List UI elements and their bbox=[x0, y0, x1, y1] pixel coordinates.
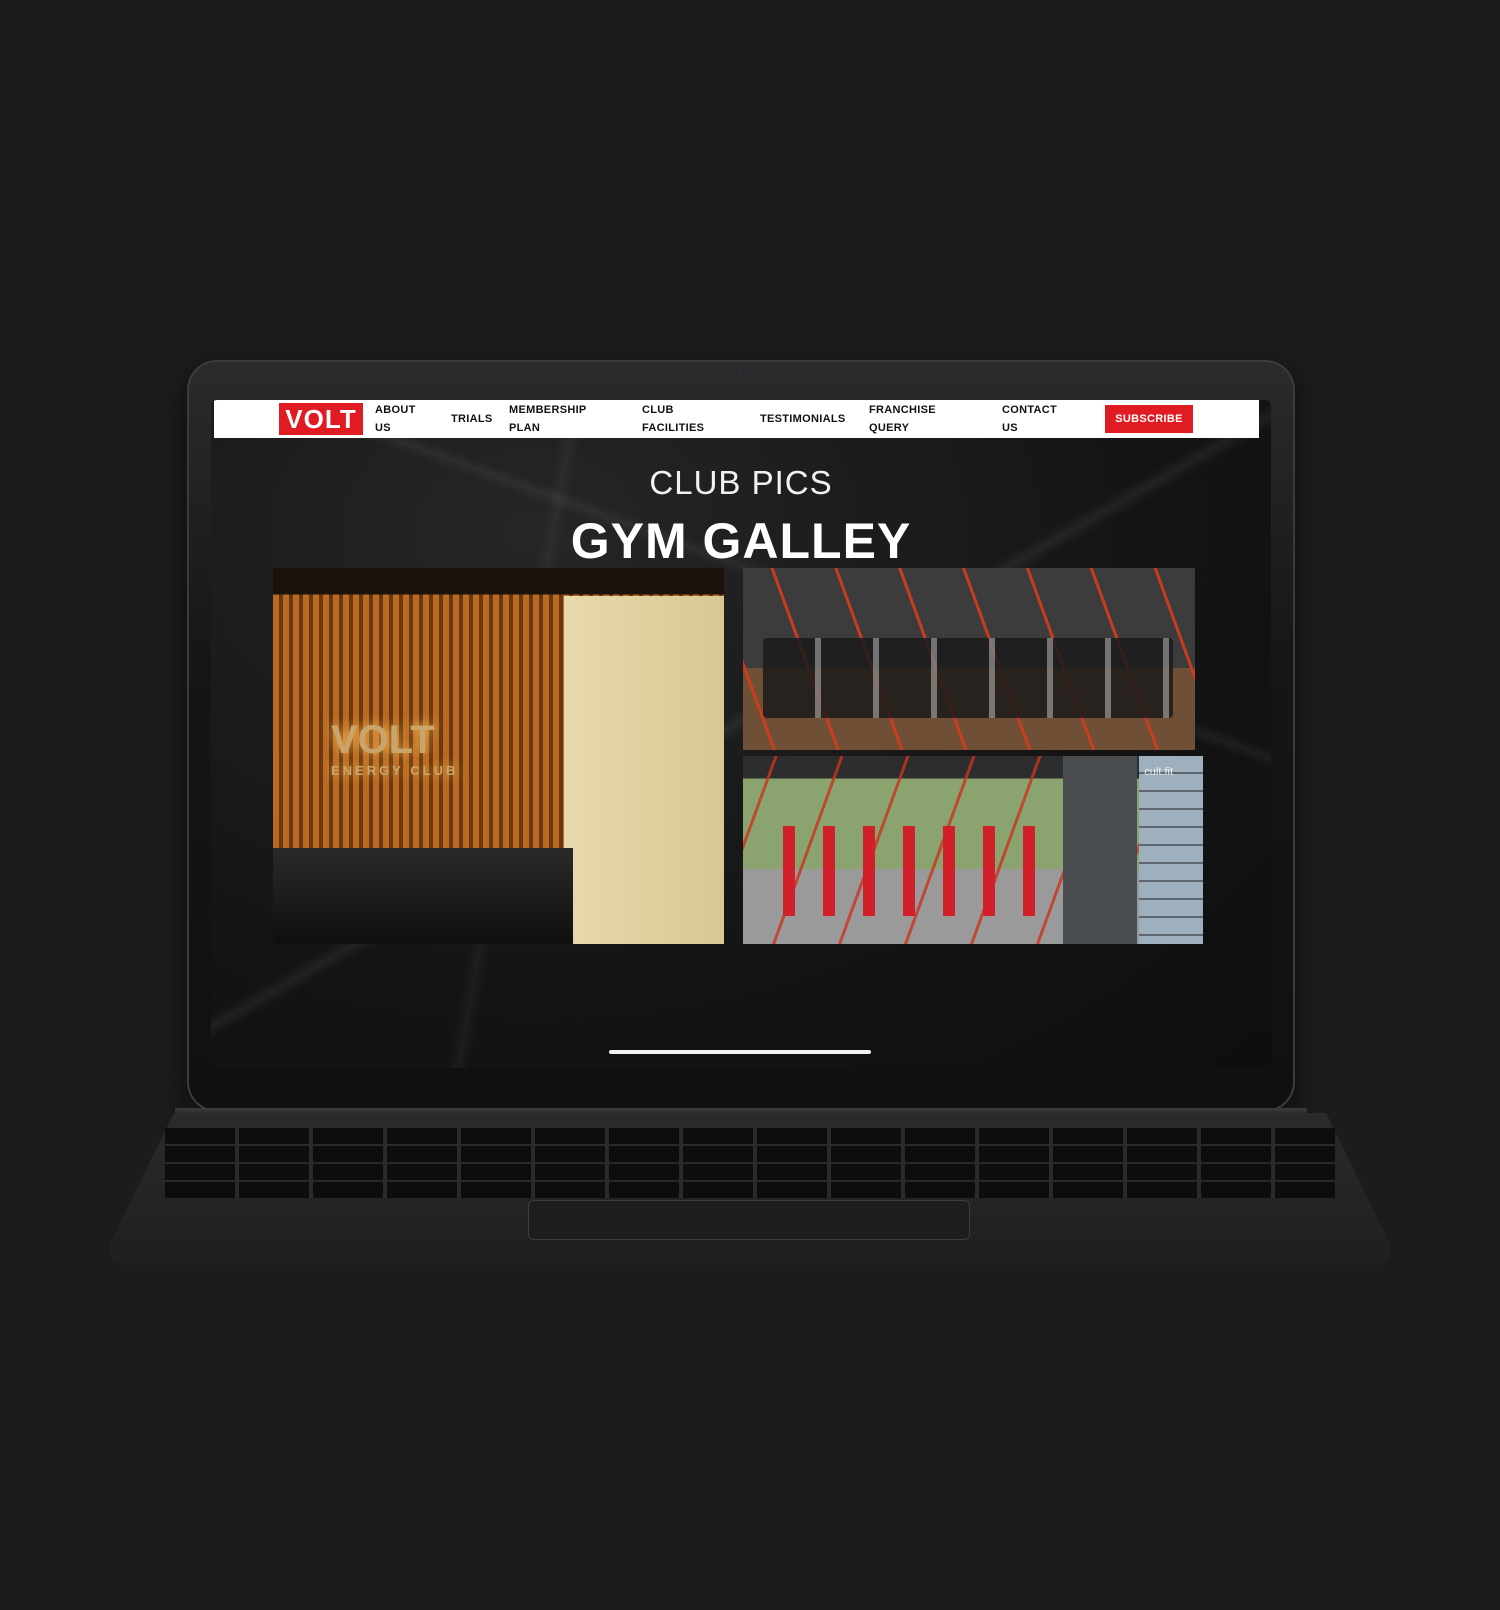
window bbox=[1139, 756, 1203, 944]
treadmill-row bbox=[763, 638, 1173, 718]
trackpad[interactable] bbox=[528, 1200, 970, 1240]
nav-trials[interactable]: TRIALS bbox=[451, 400, 493, 438]
home-indicator[interactable] bbox=[609, 1050, 871, 1054]
key-row-divider bbox=[165, 1180, 1335, 1182]
gallery-photo-strength[interactable]: cult.fit bbox=[743, 756, 1203, 944]
nav-membership-plan[interactable]: MEMBERSHIP PLAN bbox=[509, 400, 587, 438]
nav-club-facilities[interactable]: CLUB FACILITIES bbox=[642, 400, 704, 438]
camera-dot bbox=[738, 370, 744, 376]
strength-machines bbox=[783, 826, 1073, 916]
gallery-photo-reception[interactable]: VOLT ENERGY CLUB bbox=[273, 568, 724, 944]
cultfit-watermark: cult.fit bbox=[1144, 766, 1173, 778]
volt-logo[interactable]: VOLT bbox=[279, 403, 363, 435]
nav-franchise-query[interactable]: FRANCHISE QUERY bbox=[869, 400, 936, 438]
nav-contact-us[interactable]: CONTACT US bbox=[1002, 400, 1057, 438]
web-page: VOLT ABOUT US TRIALS MEMBERSHIP PLAN CLU… bbox=[211, 400, 1271, 1068]
pillar bbox=[1063, 756, 1137, 944]
reception-desk bbox=[273, 848, 573, 944]
reception-wall bbox=[564, 596, 724, 944]
tablet-device: VOLT ABOUT US TRIALS MEMBERSHIP PLAN CLU… bbox=[187, 360, 1295, 1112]
section-subtitle: CLUB PICS bbox=[649, 464, 833, 501]
navbar: VOLT ABOUT US TRIALS MEMBERSHIP PLAN CLU… bbox=[214, 400, 1259, 438]
nav-about-us[interactable]: ABOUT US bbox=[375, 400, 416, 438]
key-row-divider bbox=[165, 1144, 1335, 1146]
reception-sign: VOLT ENERGY CLUB bbox=[331, 718, 458, 778]
gallery-photo-cardio[interactable] bbox=[743, 568, 1195, 750]
nav-testimonials[interactable]: TESTIMONIALS bbox=[760, 400, 846, 438]
section-title: GYM GALLEY bbox=[570, 513, 912, 569]
reception-sign-sub: ENERGY CLUB bbox=[331, 763, 459, 778]
screen: VOLT ABOUT US TRIALS MEMBERSHIP PLAN CLU… bbox=[211, 400, 1271, 1068]
reception-sign-text: VOLT bbox=[331, 718, 435, 762]
subscribe-button[interactable]: SUBSCRIBE bbox=[1105, 405, 1193, 433]
keyboard-keys[interactable] bbox=[165, 1128, 1335, 1198]
key-row-divider bbox=[165, 1162, 1335, 1164]
